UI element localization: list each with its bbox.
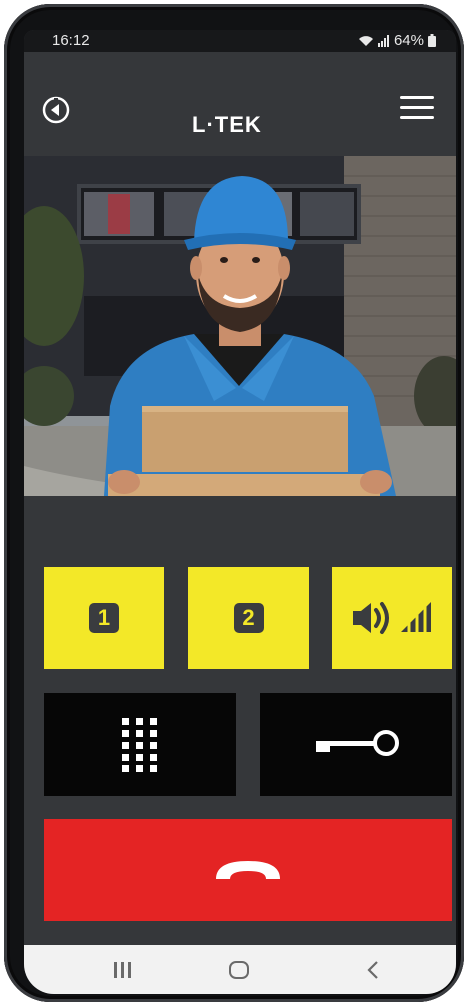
relay-2-label: 2: [233, 603, 264, 633]
key-icon: [316, 729, 399, 756]
app-header: L·TEK: [24, 52, 456, 156]
volume-button[interactable]: [332, 567, 452, 669]
wifi-icon: [358, 35, 373, 46]
back-circle-icon[interactable]: [40, 94, 72, 126]
screen: 16:12 64% L·TEK 1 2: [24, 30, 456, 994]
relay-2-button[interactable]: 2: [188, 567, 309, 669]
relay-1-button[interactable]: 1: [44, 567, 164, 669]
phone-frame: 16:12 64% L·TEK 1 2: [4, 4, 464, 1002]
keypad-button[interactable]: [44, 693, 236, 796]
camera-image: [24, 156, 456, 496]
signal-icon: [377, 34, 389, 47]
home-icon[interactable]: [224, 957, 254, 983]
battery-icon: [428, 34, 436, 47]
status-icons: 64%: [358, 32, 436, 49]
relay-1-label: 1: [89, 603, 119, 633]
hang-up-button[interactable]: [44, 819, 452, 921]
nav-back-icon[interactable]: [358, 957, 388, 983]
hang-up-icon: [216, 861, 280, 879]
keypad-icon: [122, 717, 157, 772]
system-nav-bar: [24, 945, 456, 994]
recents-icon[interactable]: [108, 957, 138, 983]
battery-percent: 64%: [393, 32, 424, 49]
speaker-volume-icon: [353, 598, 431, 634]
hamburger-menu-icon[interactable]: [400, 96, 434, 122]
door-open-button[interactable]: [260, 693, 452, 796]
status-bar: 16:12 64%: [24, 30, 456, 52]
status-time: 16:12: [52, 32, 90, 49]
brand-logo: L·TEK: [192, 112, 262, 137]
camera-feed: [24, 156, 456, 496]
